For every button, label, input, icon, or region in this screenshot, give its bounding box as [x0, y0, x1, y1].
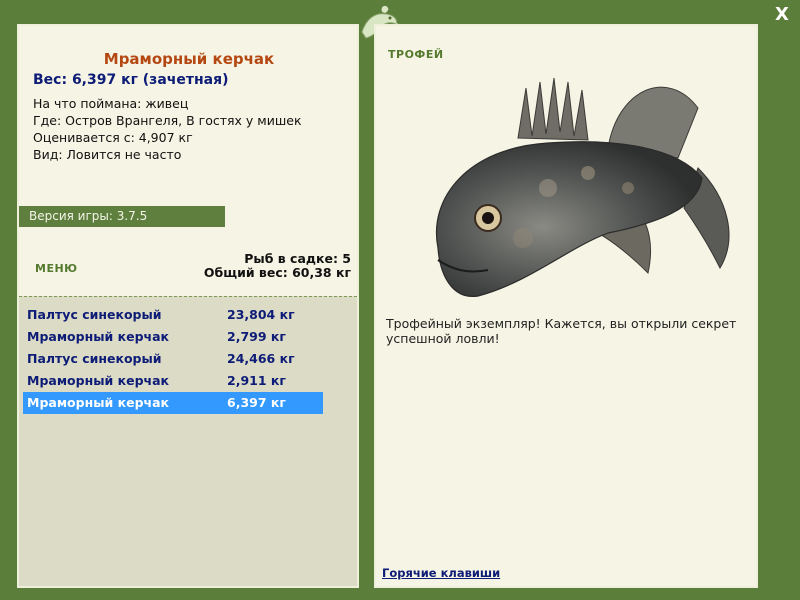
trophy-panel: ТРОФЕЙ Трофейный экземпляр! Кажется, вы … [374, 24, 758, 588]
total-weight: Общий вес: 60,38 кг [203, 265, 351, 280]
game-version: Версия игры: 3.7.5 [19, 206, 225, 227]
fish-location: Где: Остров Врангеля, В гостях у мишек [33, 113, 302, 128]
fish-rarity: Вид: Ловится не часто [33, 147, 182, 162]
catch-weight: 23,804 кг [227, 307, 295, 322]
fish-count: Рыб в садке: 5 [244, 251, 351, 266]
catch-weight: 2,799 кг [227, 329, 286, 344]
hotkeys-link[interactable]: Горячие клавиши [382, 566, 500, 580]
fish-weight: Вес: 6,397 кг (зачетная) [33, 72, 229, 88]
catch-row[interactable]: Мраморный керчак 2,911 кг [23, 370, 323, 392]
fish-value: Оценивается с: 4,907 кг [33, 130, 193, 145]
catch-weight: 24,466 кг [227, 351, 295, 366]
catch-weight: 2,911 кг [227, 373, 286, 388]
catch-name: Мраморный керчак [27, 373, 170, 388]
catch-row[interactable]: Мраморный керчак 2,799 кг [23, 326, 323, 348]
window-frame: X Мраморный керчак Вес: 6,397 кг (зачетн… [0, 0, 800, 600]
trophy-label: ТРОФЕЙ [388, 48, 444, 61]
catch-name: Мраморный керчак [27, 329, 170, 344]
catch-name: Палтус синекорый [27, 351, 162, 366]
close-button[interactable]: X [770, 4, 794, 26]
fish-info-panel: Мраморный керчак Вес: 6,397 кг (зачетная… [17, 24, 359, 588]
catch-name: Мраморный керчак [27, 395, 170, 410]
divider [19, 296, 357, 297]
catch-weight: 6,397 кг [227, 395, 286, 410]
menu-button[interactable]: МЕНЮ [35, 262, 78, 275]
catch-row[interactable]: Мраморный керчак 6,397 кг [23, 392, 323, 414]
trophy-description: Трофейный экземпляр! Кажется, вы открыли… [386, 316, 737, 346]
fish-name: Мраморный керчак [103, 50, 275, 68]
fish-bait: На что поймана: живец [33, 96, 189, 111]
catch-row[interactable]: Палтус синекорый 23,804 кг [23, 304, 323, 326]
keepnet-stats: Рыб в садке: 5 Общий вес: 60,38 кг [204, 252, 351, 280]
catch-name: Палтус синекорый [27, 307, 162, 322]
catch-list: Палтус синекорый 23,804 кг Мраморный кер… [23, 304, 323, 414]
catch-row[interactable]: Палтус синекорый 24,466 кг [23, 348, 323, 370]
fish-image [436, 77, 730, 297]
